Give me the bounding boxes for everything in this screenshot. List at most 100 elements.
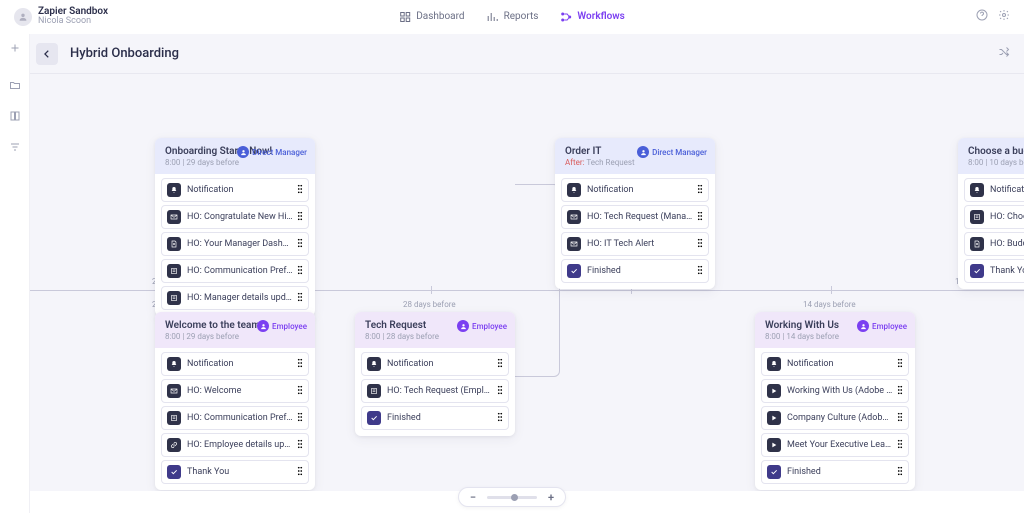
- help-icon[interactable]: [976, 9, 988, 24]
- card-step[interactable]: HO: Choose: [964, 205, 1024, 229]
- zoom-out-button[interactable]: −: [467, 491, 479, 503]
- drag-handle-icon[interactable]: [497, 412, 503, 425]
- drag-handle-icon[interactable]: [297, 466, 303, 479]
- drag-handle-icon[interactable]: [297, 238, 303, 251]
- zoom-slider[interactable]: [487, 496, 537, 499]
- card-step[interactable]: HO: Communication Preference: [161, 406, 309, 430]
- card-step[interactable]: Finished: [761, 460, 909, 484]
- rail-filter-icon[interactable]: [9, 141, 21, 156]
- card-step[interactable]: Working With Us (Adobe Spark): [761, 379, 909, 403]
- card-step[interactable]: HO: Welcome: [161, 379, 309, 403]
- drag-handle-icon[interactable]: [697, 265, 703, 278]
- drag-handle-icon[interactable]: [897, 412, 903, 425]
- role-badge-direct-manager: Direct Manager: [237, 146, 307, 158]
- drag-handle-icon[interactable]: [697, 211, 703, 224]
- play-icon: [767, 411, 781, 425]
- card-step-label: HO: Communication Preference: [187, 413, 293, 423]
- bell-icon: [567, 183, 581, 197]
- workspace-block[interactable]: Zapier Sandbox Nicola Scoon: [38, 6, 108, 27]
- workflow-card[interactable]: Order ITAfter: Tech RequestDirect Manage…: [555, 138, 715, 289]
- drag-handle-icon[interactable]: [897, 439, 903, 452]
- workflow-card[interactable]: Choose a buddy8:00 | 10 days beforeDirec…: [958, 138, 1024, 289]
- card-header[interactable]: Choose a buddy8:00 | 10 days beforeDirec…: [958, 138, 1024, 174]
- card-header[interactable]: Welcome to the team8:00 | 29 days before…: [155, 312, 315, 348]
- card-step-label: Meet Your Executive Leadership T…: [787, 440, 893, 450]
- drag-handle-icon[interactable]: [497, 385, 503, 398]
- nav-reports[interactable]: Reports: [487, 11, 539, 23]
- left-rail: [0, 34, 30, 513]
- zoom-in-button[interactable]: +: [545, 491, 557, 503]
- card-step[interactable]: HO: Tech Request (Manager): [561, 205, 709, 229]
- card-step-label: HO: Tech Request (Employee): [387, 386, 493, 396]
- card-step[interactable]: Notification: [761, 352, 909, 376]
- drag-handle-icon[interactable]: [897, 358, 903, 371]
- card-header[interactable]: Tech Request8:00 | 28 days beforeEmploye…: [355, 312, 515, 348]
- drag-handle-icon[interactable]: [297, 439, 303, 452]
- drag-handle-icon[interactable]: [297, 385, 303, 398]
- settings-icon[interactable]: [998, 9, 1010, 24]
- card-step[interactable]: Notification: [561, 178, 709, 202]
- rail-add-icon[interactable]: [9, 42, 21, 57]
- nav-reports-label: Reports: [504, 11, 539, 22]
- drag-handle-icon[interactable]: [297, 265, 303, 278]
- card-step[interactable]: HO: Employee details update: [161, 433, 309, 457]
- card-step[interactable]: HO: IT Tech Alert: [561, 232, 709, 256]
- nav-dashboard[interactable]: Dashboard: [399, 11, 464, 23]
- drag-handle-icon[interactable]: [297, 184, 303, 197]
- card-title: Choose a buddy: [968, 146, 1024, 157]
- rail-folder-icon[interactable]: [9, 79, 21, 94]
- drag-handle-icon[interactable]: [697, 238, 703, 251]
- card-step[interactable]: Thank You: [964, 259, 1024, 283]
- drag-handle-icon[interactable]: [297, 412, 303, 425]
- card-step[interactable]: Finished: [361, 406, 509, 430]
- card-step-label: Finished: [587, 266, 693, 276]
- drag-handle-icon[interactable]: [297, 211, 303, 224]
- rail-book-icon[interactable]: [9, 110, 21, 125]
- workflow-canvas[interactable]: 28 days before14 days before 29 days bef…: [30, 74, 1024, 491]
- drag-handle-icon[interactable]: [897, 466, 903, 479]
- shuffle-icon[interactable]: [998, 46, 1010, 61]
- card-step[interactable]: HO: Manager details update: [161, 286, 309, 310]
- workflow-card[interactable]: Onboarding Starts Now!8:00 | 29 days bef…: [155, 138, 315, 316]
- drag-handle-icon[interactable]: [297, 292, 303, 305]
- workflow-card[interactable]: Welcome to the team8:00 | 29 days before…: [155, 312, 315, 490]
- card-step-label: Finished: [787, 467, 893, 477]
- card-step[interactable]: Notification: [361, 352, 509, 376]
- check-icon: [367, 411, 381, 425]
- card-body: Notification HO: Tech Request (Manager) HO…: [555, 174, 715, 289]
- form-icon: [167, 411, 181, 425]
- card-step[interactable]: Notification: [161, 352, 309, 376]
- card-step-label: HO: Tech Request (Manager): [587, 212, 693, 222]
- card-step[interactable]: HO: Communication Preference (…: [161, 259, 309, 283]
- card-header[interactable]: Working With Us8:00 | 14 days beforeEmpl…: [755, 312, 915, 348]
- drag-handle-icon[interactable]: [497, 358, 503, 371]
- timeline-tick-label: 28 days before: [403, 300, 456, 309]
- nav-workflows[interactable]: Workflows: [560, 11, 624, 23]
- role-badge-employee: Employee: [857, 320, 907, 332]
- drag-handle-icon[interactable]: [697, 184, 703, 197]
- card-header[interactable]: Onboarding Starts Now!8:00 | 29 days bef…: [155, 138, 315, 174]
- zoom-control: − +: [458, 487, 566, 507]
- card-step[interactable]: HO: Congratulate New Hire: [161, 205, 309, 229]
- workflow-card[interactable]: Working With Us8:00 | 14 days beforeEmpl…: [755, 312, 915, 490]
- card-step[interactable]: Finished: [561, 259, 709, 283]
- check-icon: [567, 264, 581, 278]
- card-step-label: Notification: [387, 359, 493, 369]
- card-step[interactable]: Notification: [161, 178, 309, 202]
- card-step[interactable]: HO: Your Manager Dashboard: [161, 232, 309, 256]
- back-button[interactable]: [36, 43, 58, 65]
- user-avatar[interactable]: [14, 8, 32, 26]
- card-step[interactable]: HO: Buddy d: [964, 232, 1024, 256]
- card-step[interactable]: Notification: [964, 178, 1024, 202]
- bell-icon: [767, 357, 781, 371]
- card-step-label: HO: Welcome: [187, 386, 293, 396]
- mail-icon: [167, 210, 181, 224]
- card-header[interactable]: Order ITAfter: Tech RequestDirect Manage…: [555, 138, 715, 174]
- card-step[interactable]: Thank You: [161, 460, 309, 484]
- card-step[interactable]: HO: Tech Request (Employee): [361, 379, 509, 403]
- card-step[interactable]: Meet Your Executive Leadership T…: [761, 433, 909, 457]
- drag-handle-icon[interactable]: [297, 358, 303, 371]
- workflow-card[interactable]: Tech Request8:00 | 28 days beforeEmploye…: [355, 312, 515, 436]
- drag-handle-icon[interactable]: [897, 385, 903, 398]
- card-step[interactable]: Company Culture (Adobe Spark): [761, 406, 909, 430]
